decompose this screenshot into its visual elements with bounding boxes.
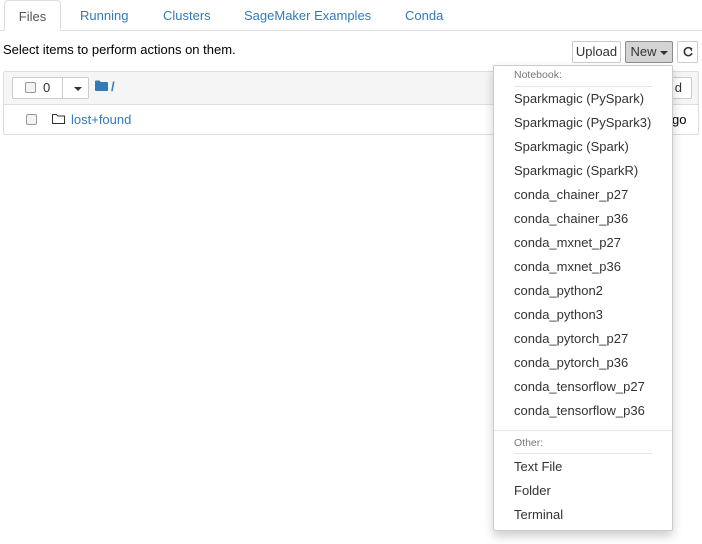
tab-files[interactable]: Files bbox=[4, 0, 61, 31]
item-name-link[interactable]: lost+found bbox=[71, 112, 131, 127]
notebook-section-header: Notebook: bbox=[514, 69, 562, 81]
tab-conda[interactable]: Conda bbox=[405, 0, 443, 30]
menu-item-conda-tensorflow-p27[interactable]: conda_tensorflow_p27 bbox=[514, 379, 645, 394]
refresh-icon bbox=[683, 46, 693, 57]
divider bbox=[62, 78, 63, 98]
menu-item-conda-python3[interactable]: conda_python3 bbox=[514, 307, 603, 322]
breadcrumb[interactable]: / bbox=[111, 79, 115, 94]
folder-icon[interactable] bbox=[95, 80, 108, 91]
menu-item-conda-chainer-p36[interactable]: conda_chainer_p36 bbox=[514, 211, 628, 226]
menu-item-folder[interactable]: Folder bbox=[514, 483, 551, 498]
tab-bar: Files Running Clusters SageMaker Example… bbox=[0, 0, 702, 31]
new-button-label: New bbox=[630, 44, 657, 59]
menu-item-sparkmagic-pyspark3[interactable]: Sparkmagic (PySpark3) bbox=[514, 115, 651, 130]
menu-item-sparkmagic-spark[interactable]: Sparkmagic (Spark) bbox=[514, 139, 629, 154]
header-rule bbox=[514, 86, 652, 87]
menu-item-conda-pytorch-p36[interactable]: conda_pytorch_p36 bbox=[514, 355, 628, 370]
item-checkbox[interactable] bbox=[26, 114, 37, 125]
menu-item-text-file[interactable]: Text File bbox=[514, 459, 562, 474]
select-all-checkbox[interactable] bbox=[25, 82, 36, 93]
menu-item-conda-pytorch-p27[interactable]: conda_pytorch_p27 bbox=[514, 331, 628, 346]
folder-outline-icon bbox=[52, 114, 65, 124]
menu-item-conda-python2[interactable]: conda_python2 bbox=[514, 283, 603, 298]
selected-count: 0 bbox=[43, 80, 51, 95]
menu-item-conda-chainer-p27[interactable]: conda_chainer_p27 bbox=[514, 187, 628, 202]
menu-item-sparkmagic-sparkr[interactable]: Sparkmagic (SparkR) bbox=[514, 163, 638, 178]
refresh-button[interactable] bbox=[677, 41, 698, 63]
new-button[interactable]: New bbox=[625, 41, 673, 63]
caret-down-icon bbox=[659, 50, 668, 55]
menu-item-conda-mxnet-p36[interactable]: conda_mxnet_p36 bbox=[514, 259, 621, 274]
menu-item-sparkmagic-pyspark[interactable]: Sparkmagic (PySpark) bbox=[514, 91, 644, 106]
menu-item-terminal[interactable]: Terminal bbox=[514, 507, 563, 522]
chevron-down-icon[interactable] bbox=[74, 87, 82, 91]
tab-sagemaker-examples[interactable]: SageMaker Examples bbox=[244, 0, 371, 30]
menu-item-conda-tensorflow-p36[interactable]: conda_tensorflow_p36 bbox=[514, 403, 645, 418]
menu-divider bbox=[494, 430, 672, 431]
selection-hint: Select items to perform actions on them. bbox=[3, 42, 236, 57]
tab-clusters[interactable]: Clusters bbox=[163, 0, 211, 30]
select-all-group[interactable]: 0 bbox=[12, 77, 89, 99]
menu-item-conda-mxnet-p27[interactable]: conda_mxnet_p27 bbox=[514, 235, 621, 250]
new-dropdown-menu: Notebook: Sparkmagic (PySpark) Sparkmagi… bbox=[493, 65, 673, 531]
other-section-header: Other: bbox=[514, 437, 544, 449]
tab-running[interactable]: Running bbox=[80, 0, 128, 30]
item-modified: go bbox=[672, 112, 687, 127]
upload-button[interactable]: Upload bbox=[572, 41, 621, 63]
header-rule bbox=[514, 453, 652, 454]
